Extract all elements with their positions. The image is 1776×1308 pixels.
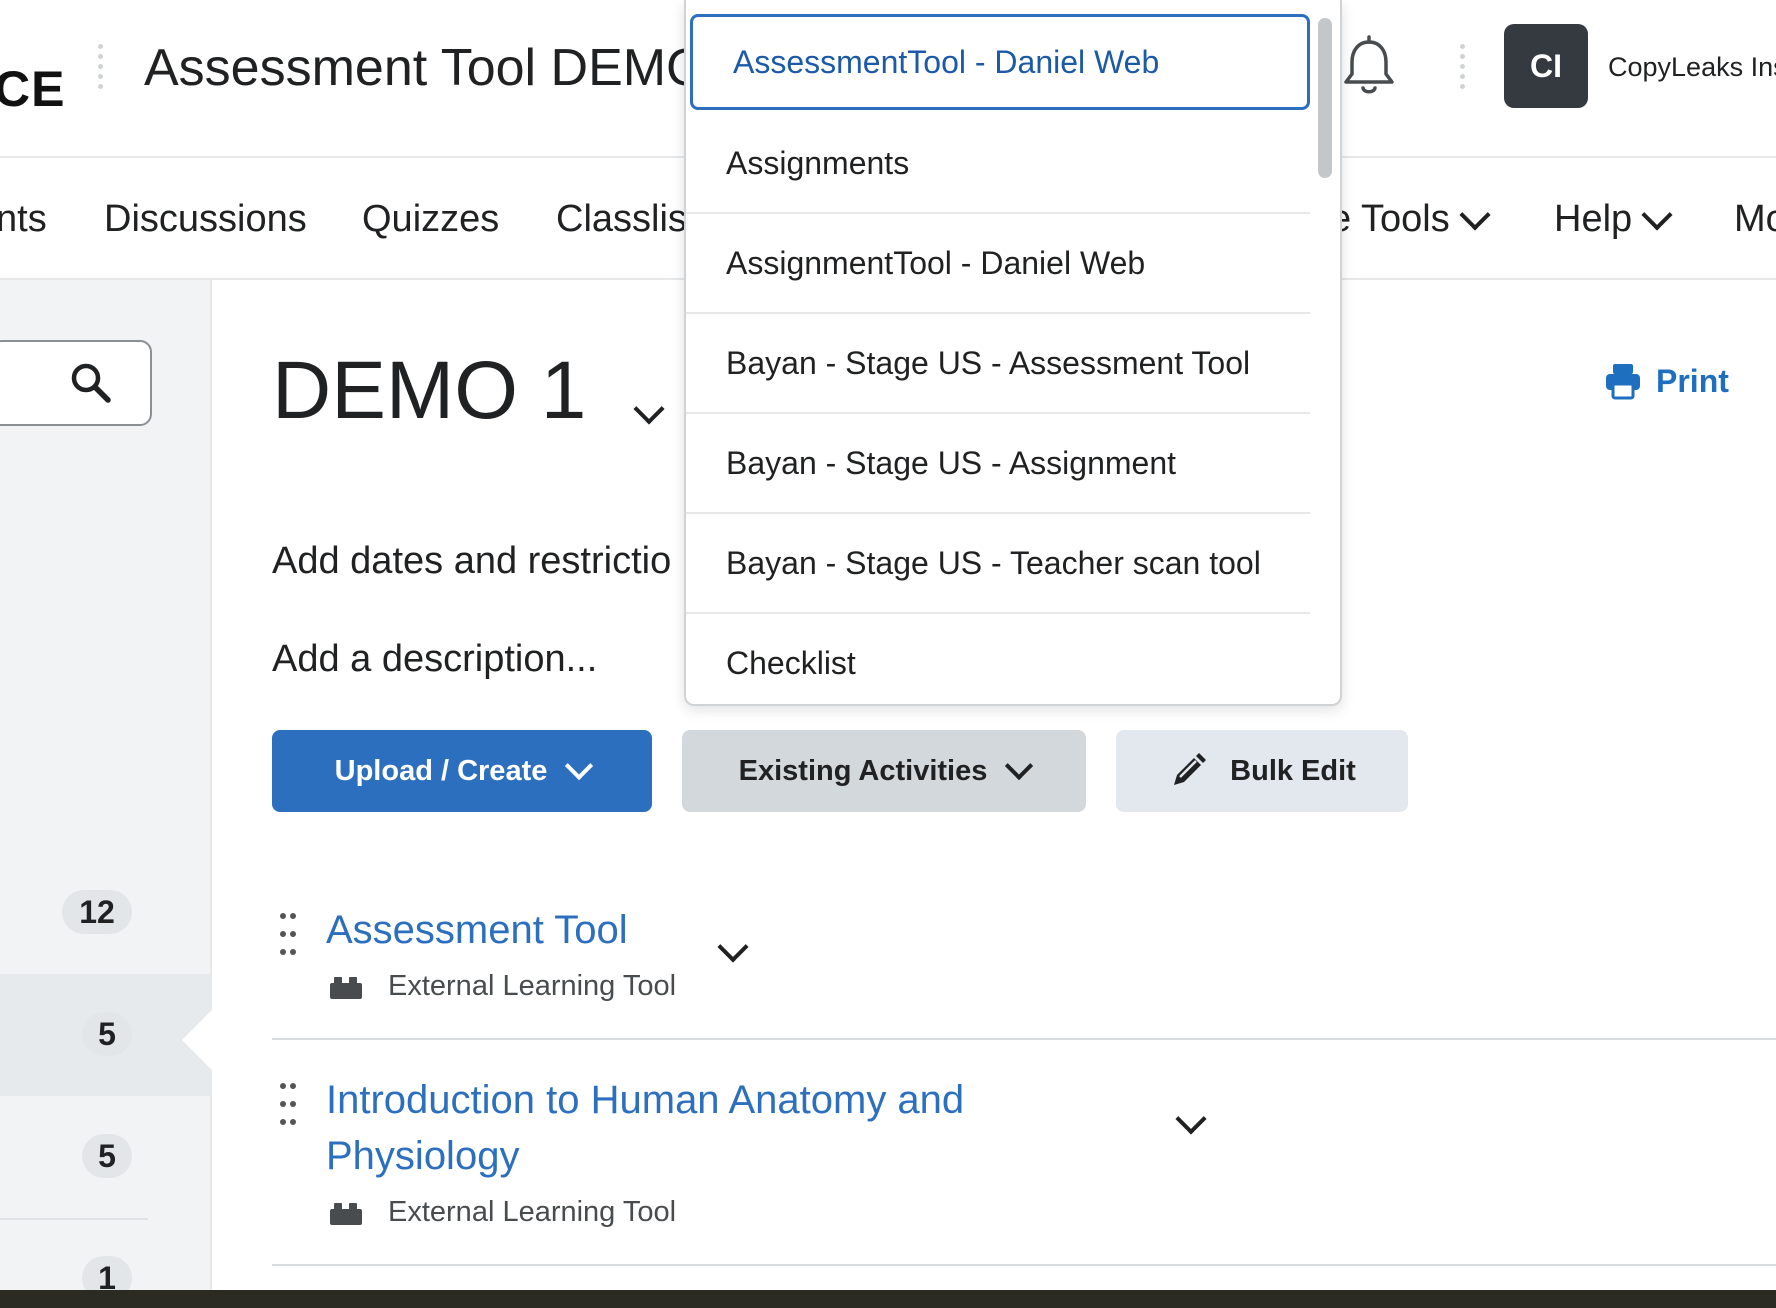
upload-create-button[interactable]: Upload / Create (272, 730, 652, 812)
nav-item-label: nts (0, 198, 47, 240)
user-name[interactable]: CopyLeaks Ins (1608, 52, 1776, 83)
dropdown-option-selected[interactable]: AssessmentTool - Daniel Web (690, 14, 1310, 110)
unit-title[interactable]: DEMO 1 (272, 344, 586, 438)
drag-handle-icon[interactable] (278, 908, 300, 962)
chevron-down-icon (1005, 751, 1034, 781)
separator-dots (98, 44, 104, 94)
nav-item-label: Help (1554, 198, 1633, 240)
dropdown-option[interactable]: AssignmentTool - Daniel Web (686, 214, 1310, 314)
search-icon[interactable] (68, 360, 114, 406)
print-button[interactable]: Print (1604, 362, 1729, 400)
nav-item-classlist[interactable]: Classlis (556, 198, 687, 241)
printer-icon (1606, 364, 1640, 400)
nav-item-discussions[interactable]: Discussions (104, 198, 307, 241)
activity-type: External Learning Tool (328, 1196, 676, 1229)
button-label: Existing Activities (738, 754, 988, 787)
divider (272, 1264, 1776, 1266)
nav-item-help[interactable]: Help (1554, 198, 1673, 241)
count-badge: 5 (82, 1134, 132, 1178)
button-label: Bulk Edit (1230, 754, 1356, 787)
bell-icon[interactable] (1336, 34, 1402, 100)
chevron-down-icon (565, 751, 594, 781)
course-title[interactable]: Assessment Tool DEMO (144, 38, 707, 98)
nav-item-quizzes[interactable]: Quizzes (362, 198, 499, 241)
active-indicator (182, 1010, 212, 1070)
button-label: Upload / Create (334, 754, 548, 787)
bulk-edit-button[interactable]: Bulk Edit (1116, 730, 1408, 812)
add-dates-link[interactable]: Add dates and restrictio (272, 540, 671, 583)
dropdown-option[interactable]: Bayan - Stage US - Assessment Tool (686, 314, 1310, 414)
chevron-down-icon (1641, 198, 1673, 231)
chevron-down-icon (1459, 198, 1491, 231)
nav-item-label: Mo (1734, 198, 1776, 240)
count-badge: 12 (62, 890, 132, 934)
chevron-down-icon[interactable] (633, 393, 665, 425)
chevron-down-icon[interactable] (717, 931, 749, 963)
divider (0, 1218, 148, 1220)
nav-item-label: Discussions (104, 198, 307, 240)
separator-dots (1460, 44, 1466, 94)
tool-select-dropdown[interactable]: AssessmentTool - Daniel Web Assignments … (684, 0, 1342, 706)
activity-title[interactable]: Assessment Tool (326, 902, 628, 958)
activity-title[interactable]: Introduction to Human Anatomy and Physio… (326, 1072, 966, 1184)
org-logo[interactable]: CE (0, 60, 65, 118)
avatar[interactable]: CI (1504, 24, 1588, 108)
dropdown-option[interactable]: Bayan - Stage US - Assignment (686, 414, 1310, 514)
add-description-link[interactable]: Add a description... (272, 638, 597, 681)
nav-item-label: e Tools (1330, 198, 1450, 240)
lego-brick-icon (330, 1202, 362, 1225)
nav-item-contents[interactable]: nts (0, 198, 47, 241)
nav-item-label: Quizzes (362, 198, 500, 240)
count-badge: 5 (82, 1012, 132, 1056)
nav-item-label: Classlis (556, 198, 687, 240)
activity-type: External Learning Tool (328, 970, 676, 1003)
chevron-down-icon[interactable] (1175, 1103, 1207, 1135)
lego-brick-icon (330, 976, 362, 999)
pencil-icon (1174, 753, 1207, 785)
scrollbar-thumb[interactable] (1318, 18, 1332, 178)
print-label: Print (1656, 362, 1729, 399)
activity-type-label: External Learning Tool (388, 1196, 677, 1228)
drag-handle-icon[interactable] (278, 1078, 300, 1132)
existing-activities-button[interactable]: Existing Activities (682, 730, 1086, 812)
desktop-background-strip (0, 1290, 1776, 1308)
dropdown-option[interactable]: Checklist (686, 614, 1310, 704)
divider (272, 1038, 1776, 1040)
dropdown-option[interactable]: Assignments (686, 114, 1310, 214)
search-input[interactable] (0, 340, 152, 426)
nav-item-course-tools[interactable]: e Tools (1330, 198, 1491, 241)
nav-item-more[interactable]: Mo (1734, 198, 1776, 241)
dropdown-option[interactable]: Bayan - Stage US - Teacher scan tool (686, 514, 1310, 614)
activity-type-label: External Learning Tool (388, 970, 677, 1002)
